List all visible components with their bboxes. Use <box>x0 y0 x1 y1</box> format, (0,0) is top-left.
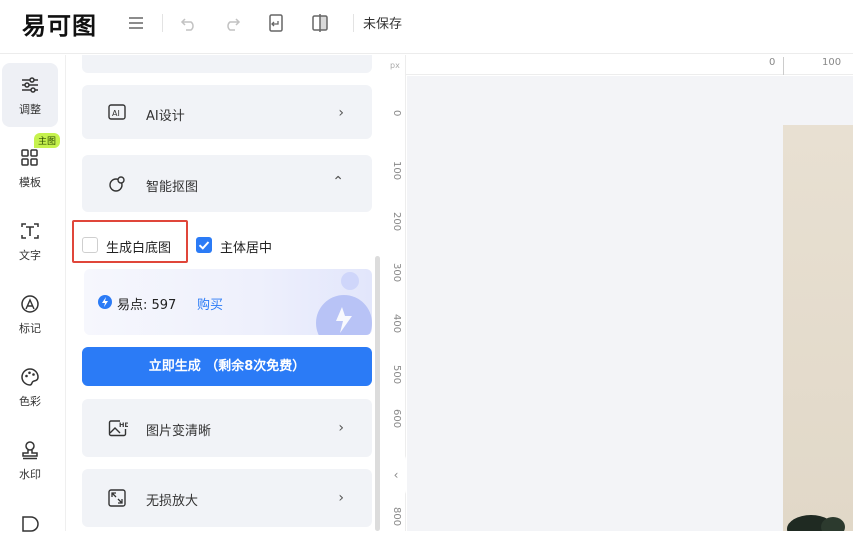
ai-design-label: AI设计 <box>146 109 185 124</box>
nav-item-watermark[interactable]: 水印 <box>2 428 58 492</box>
toolbar-divider <box>162 14 163 32</box>
center-subject-label[interactable]: 主体居中 <box>220 237 272 256</box>
nav-item-mark[interactable]: 标记 <box>2 282 58 346</box>
redo-icon[interactable] <box>223 13 241 33</box>
lossless-zoom-card[interactable]: 无损放大 › <box>82 469 372 527</box>
generate-button[interactable]: 立即生成 （剩余8次免费） <box>82 347 372 386</box>
chevron-left-icon: ‹ <box>393 468 399 482</box>
ruler-label: 600 <box>391 409 402 429</box>
ruler-unit: px <box>390 61 400 70</box>
chevron-right-icon: › <box>338 420 344 436</box>
app-logo[interactable]: 易可图 <box>22 6 97 41</box>
check-icon <box>198 241 210 250</box>
chevron-right-icon: › <box>338 490 344 506</box>
nav-label: 色彩 <box>19 395 41 408</box>
side-nav: 调整 主图 模板 文字 标记 色彩 水印 <box>0 55 66 533</box>
sliders-icon <box>22 77 38 93</box>
collapse-panel-button[interactable]: ‹ <box>386 452 406 498</box>
restore-icon[interactable] <box>267 13 285 33</box>
smart-cutout-card[interactable]: 智能抠图 ⌃ <box>82 155 372 212</box>
plant-leaves <box>787 515 845 531</box>
ruler-label: 200 <box>391 212 402 232</box>
product-image[interactable] <box>783 125 853 531</box>
points-balance: 易点: 597 <box>117 298 177 313</box>
points-banner: 易点: 597 购买 <box>84 269 372 335</box>
nav-item-template[interactable]: 模板 <box>2 136 58 200</box>
chevron-up-icon: ⌃ <box>332 174 344 190</box>
ai-icon: AI <box>108 104 126 120</box>
palette-icon <box>21 368 39 386</box>
image-sharpen-label: 图片变清晰 <box>146 424 212 439</box>
mark-icon <box>21 295 39 313</box>
nav-label: 模板 <box>19 176 41 189</box>
smart-cutout-label: 智能抠图 <box>146 180 199 195</box>
nav-item-adjust[interactable]: 调整 <box>2 63 58 127</box>
hd-image-icon: HD <box>108 420 128 437</box>
grid-icon <box>21 149 38 166</box>
svg-text:AI: AI <box>112 109 120 118</box>
cutout-icon <box>109 176 125 192</box>
ruler-label: 300 <box>391 263 402 283</box>
horizontal-ruler: 0 100 <box>406 55 853 75</box>
top-toolbar: 易可图 未保存 <box>0 0 853 54</box>
ruler-label: 500 <box>391 365 402 385</box>
ruler-label: 0 <box>391 110 402 117</box>
ruler-label: 800 <box>391 507 402 527</box>
ruler-label: 100 <box>822 57 842 68</box>
chevron-right-icon: › <box>338 105 344 121</box>
undo-icon[interactable] <box>180 13 198 33</box>
ai-design-card[interactable]: AI AI设计 › <box>82 85 372 139</box>
shape-icon[interactable] <box>20 513 40 533</box>
nav-label: 文字 <box>19 249 41 262</box>
image-sharpen-card[interactable]: HD 图片变清晰 › <box>82 399 372 457</box>
menu-icon[interactable] <box>127 13 145 33</box>
stamp-icon <box>22 441 38 460</box>
ruler-label: 0 <box>769 57 776 68</box>
lightning-icon <box>98 295 112 309</box>
panel-scrollbar[interactable] <box>375 256 380 531</box>
nav-item-color[interactable]: 色彩 <box>2 355 58 419</box>
toolbar-divider <box>353 14 354 32</box>
partial-card[interactable] <box>82 55 372 73</box>
svg-text:HD: HD <box>119 421 128 429</box>
nav-label: 水印 <box>19 468 41 481</box>
nav-label: 标记 <box>19 322 41 335</box>
text-icon <box>21 223 39 239</box>
buy-points-link[interactable]: 购买 <box>197 294 223 313</box>
lossless-zoom-label: 无损放大 <box>146 494 199 509</box>
compare-icon[interactable] <box>311 13 329 33</box>
ruler-tick <box>783 57 784 75</box>
expand-icon <box>108 489 126 507</box>
points-decoration-icon <box>316 272 372 335</box>
annotation-highlight-box <box>72 220 188 263</box>
nav-item-text[interactable]: 文字 <box>2 209 58 273</box>
nav-label: 调整 <box>19 103 41 116</box>
center-subject-checkbox[interactable] <box>196 237 212 253</box>
save-status: 未保存 <box>363 17 403 32</box>
ruler-label: 400 <box>391 314 402 334</box>
ruler-label: 100 <box>391 161 402 181</box>
